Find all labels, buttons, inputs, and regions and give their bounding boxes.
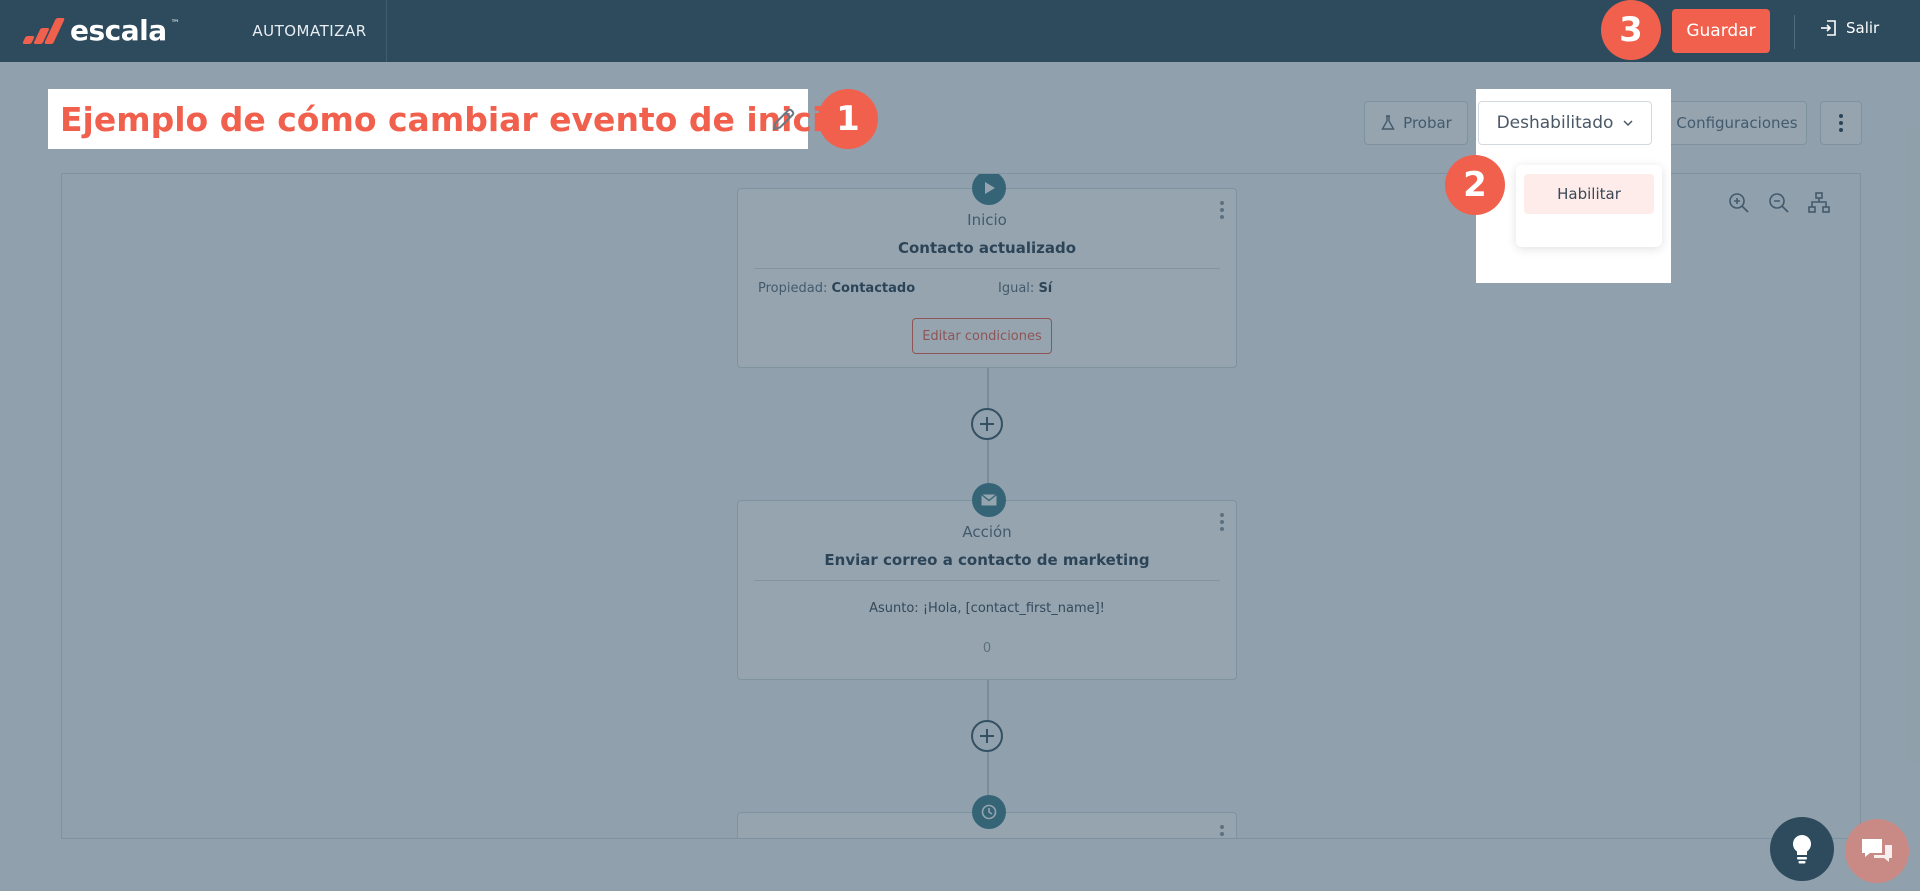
status-dropdown[interactable]: Deshabilitado (1478, 101, 1652, 145)
chat-button[interactable] (1845, 819, 1909, 883)
mail-icon (972, 483, 1006, 517)
title-highlight: Ejemplo de cómo cambiar evento de inicio (48, 89, 846, 149)
clock-icon (972, 795, 1006, 829)
action-node[interactable]: Acción Enviar correo a contacto de marke… (737, 483, 1237, 680)
email-subject: Asunto: ¡Hola, [contact_first_name]! (738, 601, 1236, 616)
menu-item-enable[interactable]: Habilitar (1524, 174, 1654, 214)
logo-text: escala (70, 14, 167, 47)
kebab-icon (1839, 114, 1843, 132)
node-name: Enviar correo a contacto de marketing (824, 551, 1150, 569)
tips-button[interactable] (1770, 817, 1834, 881)
divider (1794, 15, 1795, 49)
equal-label: Igual: (998, 281, 1035, 296)
divider (754, 268, 1220, 269)
status-menu: Habilitar (1516, 165, 1662, 247)
step-marker-2: 2 (1445, 155, 1505, 215)
canvas-tools (1728, 192, 1830, 214)
divider (754, 580, 1220, 581)
logout-button[interactable]: Salir (1820, 19, 1879, 37)
node-type: Inicio (967, 211, 1007, 229)
settings-button[interactable]: Configuraciones (1667, 101, 1807, 145)
logout-label: Salir (1846, 19, 1880, 37)
test-label: Probar (1403, 114, 1452, 132)
test-button[interactable]: Probar (1364, 101, 1468, 145)
chevron-down-icon (1623, 119, 1633, 126)
subject-value: ¡Hola, [contact_first_name]! (922, 601, 1105, 616)
save-button[interactable]: Guardar (1672, 9, 1770, 53)
plus-icon (980, 729, 994, 743)
equal-value: Sí (1038, 281, 1053, 296)
status-highlight: Deshabilitado Habilitar (1476, 89, 1671, 283)
equal-condition: Igual: Sí (998, 281, 1052, 296)
zoom-in-icon[interactable] (1728, 192, 1750, 214)
node-count: 0 (982, 641, 992, 656)
logo[interactable]: escala ™ (20, 14, 180, 47)
plus-icon (980, 417, 994, 431)
logout-icon (1821, 20, 1836, 36)
subject-label: Asunto: (869, 601, 919, 616)
flask-icon (1381, 115, 1395, 130)
add-step-button[interactable] (971, 720, 1003, 752)
play-icon (972, 174, 1006, 205)
tree-icon[interactable] (1808, 192, 1830, 214)
property-label: Propiedad: (758, 281, 828, 296)
chat-icon (1862, 839, 1892, 862)
step-marker-1: 1 (818, 89, 878, 149)
edit-pencil-icon[interactable] (770, 105, 798, 133)
page-title[interactable]: Ejemplo de cómo cambiar evento de inicio (60, 100, 846, 139)
logo-mark-icon (20, 16, 66, 46)
more-options-button[interactable] (1820, 101, 1862, 145)
node-type: Acción (962, 523, 1012, 541)
node-name: Contacto actualizado (897, 239, 1077, 257)
step-marker-3: 3 (1601, 0, 1661, 60)
property-value: Contactado (831, 281, 916, 296)
nav-tab-automatizar[interactable]: AUTOMATIZAR (233, 0, 387, 62)
add-step-button[interactable] (971, 408, 1003, 440)
edit-conditions-button[interactable]: Editar condiciones (912, 318, 1052, 354)
lightbulb-icon (1792, 834, 1812, 864)
kebab-icon[interactable] (1220, 825, 1224, 839)
status-label: Deshabilitado (1496, 113, 1614, 133)
zoom-out-icon[interactable] (1768, 192, 1790, 214)
logo-trademark: ™ (170, 18, 180, 29)
property-condition: Propiedad: Contactado (758, 281, 915, 296)
delay-node[interactable] (737, 795, 1237, 839)
start-node[interactable]: Inicio Contacto actualizado Propiedad: C… (737, 174, 1237, 368)
